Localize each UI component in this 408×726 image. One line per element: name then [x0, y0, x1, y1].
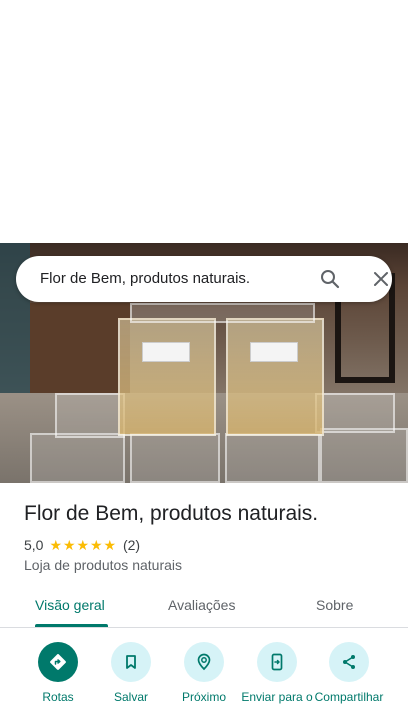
- place-category: Loja de produtos naturais: [24, 557, 182, 573]
- tab-about[interactable]: Sobre: [316, 597, 353, 613]
- save-button[interactable]: Salvar: [91, 642, 171, 704]
- tab-overview[interactable]: Visão geral: [35, 597, 105, 613]
- photo-bin: [226, 318, 324, 436]
- nearby-icon: [184, 642, 224, 682]
- share-button[interactable]: Compartilhar: [309, 642, 389, 704]
- rating-stars: ★ ★ ★ ★ ★: [49, 536, 117, 553]
- photo-shelf: [30, 303, 130, 393]
- rating-value: 5,0: [24, 537, 44, 553]
- directions-icon: [38, 642, 78, 682]
- tab-bar: Visão geral Avaliações Sobre: [0, 584, 408, 628]
- search-bar[interactable]: Flor de Bem, produtos naturais.: [16, 256, 392, 302]
- star-icon: ★: [62, 536, 76, 553]
- nearby-label: Próximo: [181, 690, 226, 704]
- send-to-phone-icon: [257, 642, 297, 682]
- directions-button[interactable]: Rotas: [18, 642, 98, 704]
- search-input[interactable]: Flor de Bem, produtos naturais.: [40, 270, 250, 287]
- photo-bin-label: [250, 342, 298, 362]
- photo-bin: [225, 433, 320, 483]
- send-to-phone-button[interactable]: Enviar para o: [237, 642, 317, 704]
- photo-bin: [315, 393, 395, 433]
- share-label: Compartilhar: [314, 690, 384, 704]
- photo-bin: [30, 433, 125, 483]
- review-count: (2): [122, 537, 141, 553]
- photo-bin: [55, 393, 125, 438]
- blank-area: [0, 0, 408, 243]
- share-icon: [329, 642, 369, 682]
- star-icon: ★: [89, 536, 103, 553]
- save-label: Salvar: [113, 690, 148, 704]
- rating-row[interactable]: 5,0 ★ ★ ★ ★ ★ (2): [24, 536, 140, 554]
- photo-bin-label: [142, 342, 190, 362]
- search-icon[interactable]: [318, 267, 342, 291]
- star-icon: ★: [49, 536, 63, 553]
- directions-label: Rotas: [42, 690, 74, 704]
- bookmark-icon: [111, 642, 151, 682]
- tab-reviews[interactable]: Avaliações: [168, 597, 235, 613]
- photo-bin: [320, 428, 408, 483]
- tab-active-indicator: [35, 624, 108, 627]
- photo-bin: [130, 303, 315, 323]
- close-icon[interactable]: [369, 267, 393, 291]
- star-icon: ★: [103, 536, 117, 553]
- photo-bin: [130, 433, 220, 483]
- place-name: Flor de Bem, produtos naturais.: [24, 502, 319, 525]
- send-to-phone-label: Enviar para o: [241, 690, 313, 704]
- photo-bin: [118, 318, 216, 436]
- nearby-button[interactable]: Próximo: [164, 642, 244, 704]
- star-icon: ★: [76, 536, 90, 553]
